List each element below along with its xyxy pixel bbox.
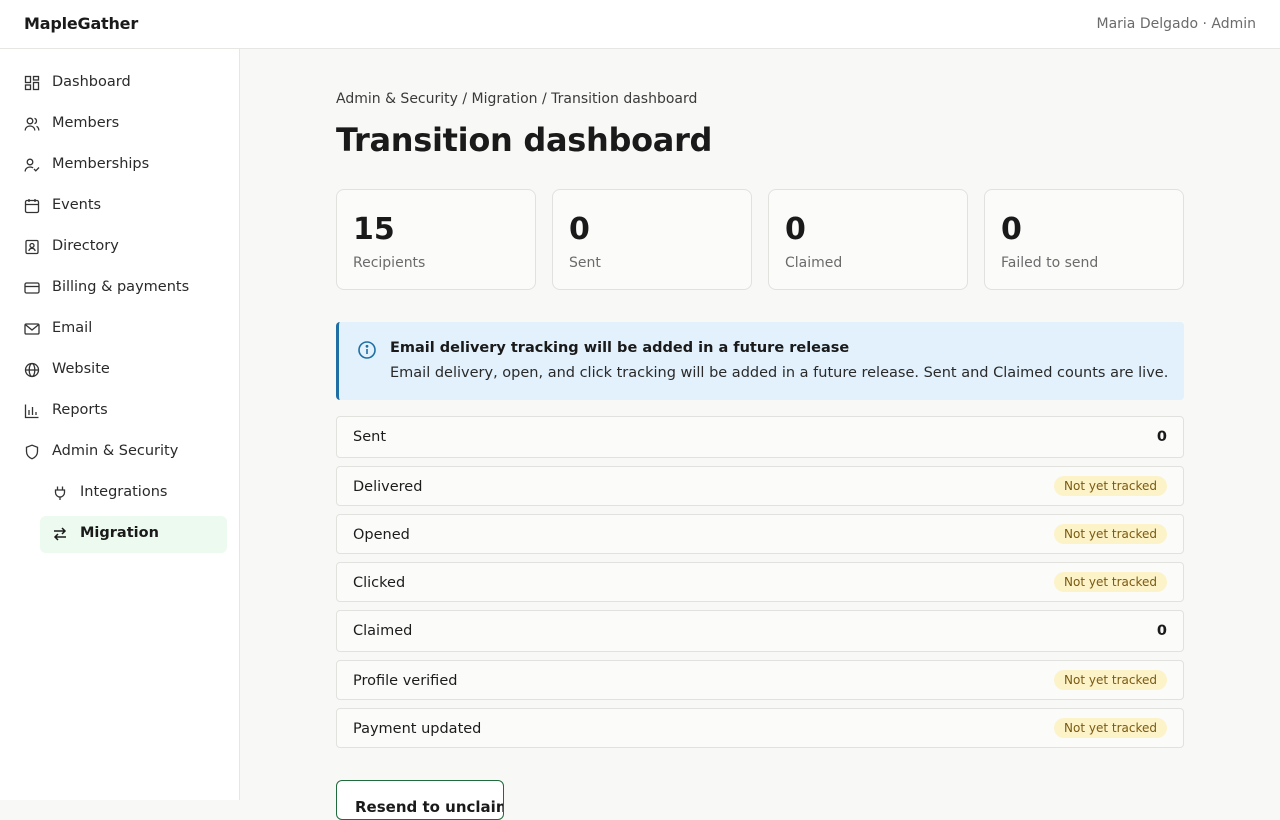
sidebar-item-website[interactable]: Website [12, 352, 227, 389]
mail-icon [24, 321, 40, 337]
funnel-row-claimed: Claimed 0 [336, 610, 1184, 652]
funnel-row-label: Sent [353, 429, 387, 445]
sidebar-item-members[interactable]: Members [12, 106, 227, 143]
shield-icon [24, 444, 40, 460]
stat-label: Recipients [353, 255, 426, 271]
not-tracked-badge: Not yet tracked [1054, 476, 1167, 496]
sidebar-item-memberships[interactable]: Memberships [12, 147, 227, 184]
sidebar-item-label: Events [52, 197, 102, 213]
plug-icon [52, 485, 68, 501]
notice-body: Email delivery, open, and click tracking… [390, 365, 1169, 381]
sidebar-item-label: Directory [52, 238, 119, 254]
sidebar-item-reports[interactable]: Reports [12, 393, 227, 430]
stat-card-sent: 0 Sent [552, 189, 752, 290]
sidebar-item-label: Reports [52, 402, 108, 418]
sidebar-item-label: Email [52, 320, 93, 336]
funnel-row-value: 0 [1156, 429, 1167, 445]
stat-value: 15 [353, 212, 395, 247]
directory-icon [24, 239, 40, 255]
funnel-row-profile-verified: Profile verified Not yet tracked [336, 660, 1184, 700]
calendar-icon [24, 198, 40, 214]
not-tracked-badge: Not yet tracked [1054, 670, 1167, 690]
info-icon [357, 340, 377, 360]
sidebar-item-label: Billing & payments [52, 279, 190, 295]
not-tracked-badge: Not yet tracked [1054, 524, 1167, 544]
funnel-row-label: Claimed [353, 623, 413, 639]
funnel-row-label: Payment updated [353, 721, 482, 737]
app-brand[interactable]: MapleGather [24, 14, 138, 33]
funnel-row-delivered: Delivered Not yet tracked [336, 466, 1184, 506]
funnel-row-label: Profile verified [353, 673, 458, 689]
notice-title: Email delivery tracking will be added in… [390, 340, 850, 356]
sidebar-item-admin-security[interactable]: Admin & Security [12, 434, 227, 471]
sidebar-item-label: Memberships [52, 156, 150, 172]
sidebar-item-integrations[interactable]: Integrations [40, 475, 227, 512]
sidebar-item-billing[interactable]: Billing & payments [12, 270, 227, 307]
sidebar-item-email[interactable]: Email [12, 311, 227, 348]
stat-value: 0 [1001, 212, 1022, 247]
funnel-row-opened: Opened Not yet tracked [336, 514, 1184, 554]
globe-icon [24, 362, 40, 378]
credit-card-icon [24, 280, 40, 296]
breadcrumb[interactable]: Admin & Security / Migration / Transitio… [336, 91, 697, 107]
sidebar-item-label: Members [52, 115, 120, 131]
sidebar-item-events[interactable]: Events [12, 188, 227, 225]
sidebar-item-dashboard[interactable]: Dashboard [12, 65, 227, 102]
user-menu[interactable]: Maria Delgado · Admin [1096, 16, 1256, 32]
not-tracked-badge: Not yet tracked [1054, 718, 1167, 738]
funnel-row-clicked: Clicked Not yet tracked [336, 562, 1184, 602]
not-tracked-badge: Not yet tracked [1054, 572, 1167, 592]
page-title: Transition dashboard [336, 121, 713, 159]
stat-value: 0 [785, 212, 806, 247]
sidebar-item-label: Migration [80, 525, 159, 541]
funnel-row-label: Opened [353, 527, 410, 543]
info-notice: Email delivery tracking will be added in… [336, 322, 1184, 400]
funnel-row-payment-updated: Payment updated Not yet tracked [336, 708, 1184, 748]
members-icon [24, 116, 40, 132]
sidebar-item-label: Dashboard [52, 74, 131, 90]
stat-value: 0 [569, 212, 590, 247]
sidebar-item-label: Integrations [80, 484, 168, 500]
stat-card-recipients: 15 Recipients [336, 189, 536, 290]
funnel-row-label: Delivered [353, 479, 423, 495]
top-bar: MapleGather Maria Delgado · Admin [0, 0, 1280, 49]
stat-label: Failed to send [1001, 255, 1099, 271]
sidebar-item-label: Admin & Security [52, 443, 179, 459]
funnel-row-label: Clicked [353, 575, 406, 591]
stat-label: Claimed [785, 255, 843, 271]
bar-chart-icon [24, 403, 40, 419]
sidebar: Dashboard Members Memberships Events Dir… [0, 49, 240, 800]
sidebar-item-directory[interactable]: Directory [12, 229, 227, 266]
sidebar-item-migration[interactable]: Migration [40, 516, 227, 553]
funnel-row-sent: Sent 0 [336, 416, 1184, 458]
swap-arrows-icon [52, 526, 68, 542]
resend-button[interactable]: Resend to unclaimed [336, 780, 504, 820]
memberships-icon [24, 157, 40, 173]
funnel-row-value: 0 [1156, 623, 1167, 639]
sidebar-item-label: Website [52, 361, 110, 377]
stat-label: Sent [569, 255, 601, 271]
dashboard-icon [24, 75, 40, 91]
stat-card-failed: 0 Failed to send [984, 189, 1184, 290]
stat-card-claimed: 0 Claimed [768, 189, 968, 290]
